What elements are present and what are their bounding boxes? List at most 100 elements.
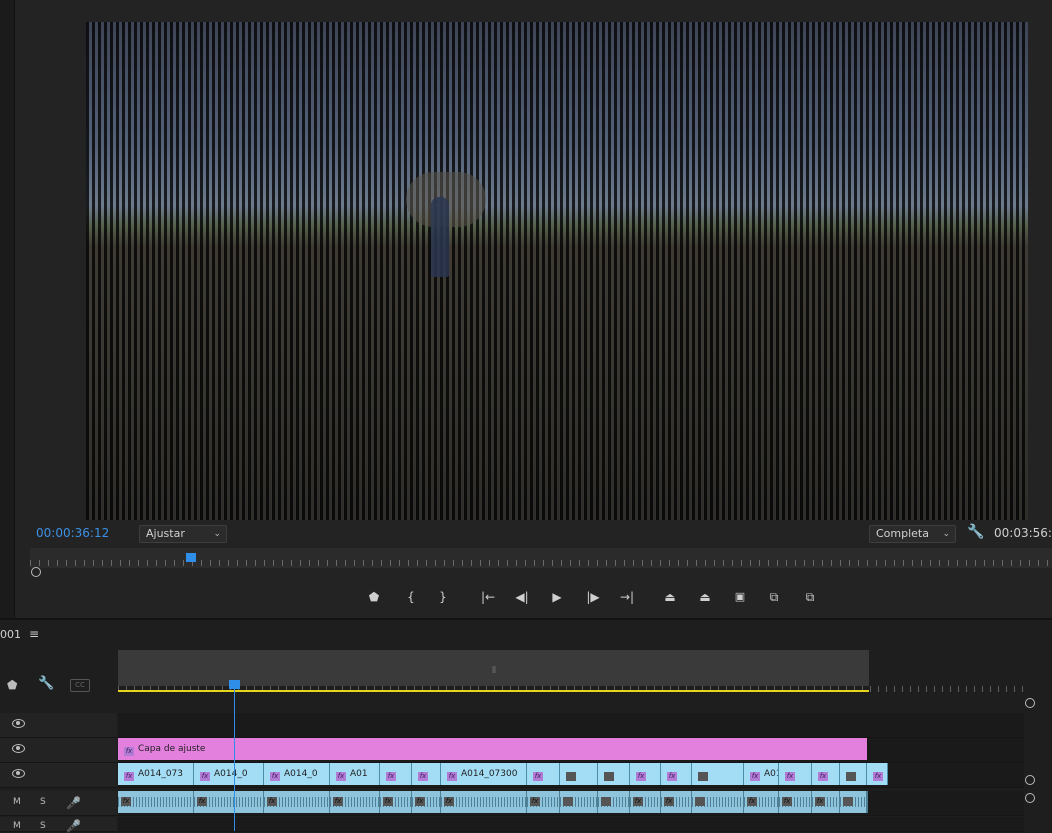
zoom-dropdown[interactable]: Ajustar ⌄ xyxy=(139,525,227,543)
video-clip[interactable] xyxy=(840,763,867,785)
video-clip[interactable]: fx A014_073 xyxy=(118,763,194,785)
step-forward-icon[interactable]: |▶ xyxy=(583,587,603,607)
zoom-scroll-handle[interactable] xyxy=(31,567,41,577)
audio-clip[interactable]: fx xyxy=(812,791,840,813)
audio-clip[interactable]: fx xyxy=(264,791,330,813)
play-icon[interactable]: ▶ xyxy=(547,587,567,607)
microphone-icon[interactable]: 🎤 xyxy=(66,796,81,810)
video-clip[interactable]: fx xyxy=(630,763,661,785)
audio-track-scroll-handle[interactable] xyxy=(1025,793,1035,803)
go-to-out-icon[interactable]: →| xyxy=(617,587,637,607)
timeline-settings-wrench-icon[interactable]: 🔧 xyxy=(38,677,54,691)
insert-icon[interactable]: ⧉ xyxy=(764,587,784,607)
add-marker-icon[interactable]: ⬟ xyxy=(7,678,17,692)
fx-badge: fx xyxy=(664,797,674,806)
video-clip[interactable]: fx xyxy=(867,763,888,785)
video-clip[interactable]: fx xyxy=(661,763,692,785)
vertical-zoom-handle[interactable] xyxy=(1025,698,1035,708)
fx-badge: fx xyxy=(815,797,825,806)
audio-clip[interactable]: fx xyxy=(380,791,412,813)
audio-clip[interactable]: fx xyxy=(330,791,380,813)
audio-clip[interactable]: fx xyxy=(412,791,441,813)
video-clip[interactable] xyxy=(692,763,744,785)
monitor-time-ruler[interactable] xyxy=(30,548,1052,568)
eye-icon[interactable] xyxy=(12,769,25,778)
chevron-down-icon: ⌄ xyxy=(942,529,950,539)
video-clip[interactable] xyxy=(560,763,598,785)
video-clip[interactable]: fx A014_07300 xyxy=(441,763,527,785)
audio-clip[interactable]: fx xyxy=(867,791,868,813)
video-clip[interactable]: fx A014_0 xyxy=(264,763,330,785)
video-clip[interactable]: fx xyxy=(380,763,412,785)
track-header-a2: M S 🎤 xyxy=(0,817,117,833)
audio-clip[interactable]: fx xyxy=(744,791,779,813)
fx-badge: fx xyxy=(533,772,543,781)
audio-clip[interactable]: fx xyxy=(779,791,812,813)
fx-badge xyxy=(843,797,853,806)
overwrite-icon[interactable]: ⧉ xyxy=(800,587,820,607)
captions-icon[interactable]: CC xyxy=(70,679,90,692)
timeline-playhead-line[interactable] xyxy=(234,686,235,831)
video-preview xyxy=(86,22,1028,520)
monitor-left-panel-edge xyxy=(0,0,15,618)
monitor-playhead[interactable] xyxy=(186,553,196,562)
fx-badge: fx xyxy=(121,797,131,806)
audio-clip[interactable] xyxy=(840,791,867,813)
fx-badge: fx xyxy=(873,772,883,781)
video-clip[interactable] xyxy=(598,763,630,785)
panel-menu-icon[interactable]: ≡ xyxy=(29,627,39,641)
audio-clip[interactable] xyxy=(692,791,744,813)
mute-button[interactable]: M xyxy=(13,821,21,831)
adjustment-layer-label: Capa de ajuste xyxy=(138,744,206,754)
go-to-in-icon[interactable]: |← xyxy=(478,587,498,607)
video-clip[interactable]: fx xyxy=(779,763,812,785)
audio-clip[interactable]: fx xyxy=(661,791,692,813)
video-clip[interactable]: fx xyxy=(812,763,840,785)
solo-button[interactable]: S xyxy=(40,821,46,831)
mark-in-icon[interactable]: { xyxy=(401,587,421,607)
timeline-playhead[interactable] xyxy=(229,680,240,689)
fx-badge: fx xyxy=(747,797,757,806)
render-bar xyxy=(118,690,869,692)
add-marker-icon[interactable]: ⬟ xyxy=(364,587,384,607)
audio-clip[interactable]: fx xyxy=(527,791,560,813)
extract-icon[interactable]: ⏏ xyxy=(695,587,715,607)
audio-clip[interactable] xyxy=(598,791,630,813)
audio-clip[interactable] xyxy=(560,791,598,813)
video-track-scroll-handle[interactable] xyxy=(1025,775,1035,785)
audio-clip[interactable]: fx xyxy=(441,791,527,813)
audio-clip[interactable]: fx xyxy=(630,791,661,813)
fx-badge: fx xyxy=(667,772,677,781)
video-clip-label: A01 xyxy=(350,769,368,779)
video-clip[interactable]: fx A014_0 xyxy=(194,763,264,785)
fx-badge: fx xyxy=(124,772,134,781)
adjustment-layer-clip[interactable]: fx Capa de ajuste xyxy=(118,738,867,760)
fx-badge: fx xyxy=(124,747,134,756)
audio-clip[interactable]: fx xyxy=(194,791,264,813)
settings-wrench-icon[interactable]: 🔧 xyxy=(967,525,984,539)
video-clip-label: A014_07300 xyxy=(461,769,518,779)
export-frame-icon[interactable]: ▣ xyxy=(730,587,750,607)
quality-dropdown[interactable]: Completa ⌄ xyxy=(869,525,956,543)
eye-icon[interactable] xyxy=(12,719,25,728)
solo-button[interactable]: S xyxy=(40,797,46,807)
video-clip[interactable]: fx A01 xyxy=(744,763,779,785)
mute-button[interactable]: M xyxy=(13,797,21,807)
eye-icon[interactable] xyxy=(12,744,25,753)
sequence-tab-name[interactable]: 001 xyxy=(0,628,21,641)
video-clip-label: A014_0 xyxy=(284,769,318,779)
track-lane-a2 xyxy=(118,817,1024,832)
lift-icon[interactable]: ⏏ xyxy=(660,587,680,607)
video-clip[interactable]: fx A01 xyxy=(330,763,380,785)
fx-badge: fx xyxy=(336,772,346,781)
duration-timecode: 00:03:56: xyxy=(994,526,1052,540)
current-timecode[interactable]: 00:00:36:12 xyxy=(36,526,109,540)
video-clip[interactable]: fx xyxy=(412,763,441,785)
fx-badge: fx xyxy=(750,772,760,781)
video-clip[interactable]: fx xyxy=(527,763,560,785)
mark-out-icon[interactable]: } xyxy=(433,587,453,607)
work-area-grip-icon[interactable]: ⦀ xyxy=(492,666,496,676)
fx-badge: fx xyxy=(270,772,280,781)
audio-clip[interactable]: fx xyxy=(118,791,194,813)
step-back-icon[interactable]: ◀| xyxy=(512,587,532,607)
